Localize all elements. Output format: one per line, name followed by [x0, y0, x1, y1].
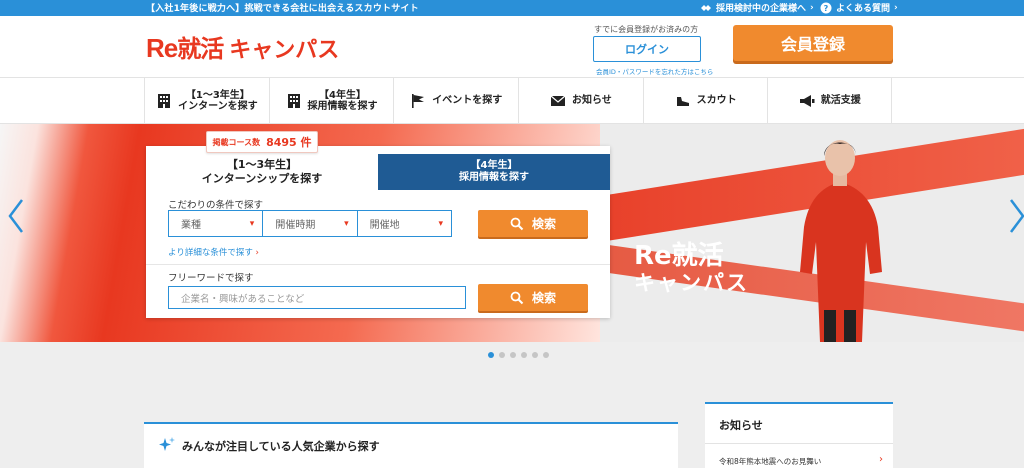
faq-link-label: よくある質問 [836, 4, 891, 14]
period-select[interactable]: 開催時期 ▾ [263, 211, 358, 236]
industry-select[interactable]: 業種 ▾ [169, 211, 264, 236]
keyword-input[interactable]: 企業名・興味があることなど [168, 286, 466, 309]
carousel-dot[interactable] [499, 352, 505, 358]
nav-recruit-line1: 【4年生】 [319, 89, 367, 101]
logo-re: Re [146, 33, 178, 63]
carousel-dots [488, 352, 549, 358]
shoe-icon [676, 97, 689, 106]
model-photo [800, 140, 882, 342]
sparkle-icon [159, 437, 175, 451]
nav-events-label: イベントを探す [432, 95, 503, 107]
detail-search-link[interactable]: より詳細な条件で探す › [168, 246, 259, 258]
search-icon [510, 291, 524, 304]
detail-search-label: より詳細な条件で探す [168, 248, 253, 258]
course-count-label: 掲載コース数 [212, 137, 261, 147]
news-title: お知らせ [719, 419, 763, 432]
course-count-badge: 掲載コース数 8495 件 [206, 131, 318, 153]
tab-recruit-line2: 採用情報を探す [459, 172, 529, 183]
companies-link-label: 採用検討中の企業様へ [716, 4, 807, 14]
chevron-right-icon: › [894, 2, 898, 13]
divider [146, 264, 610, 265]
tagline: 【入社1年後に戦力へ】挑戦できる会社に出会えるスカウトサイト [146, 4, 419, 14]
carousel-prev-button[interactable] [6, 199, 26, 250]
condition-selects: 業種 ▾ 開催時期 ▾ 開催地 ▾ [168, 210, 452, 237]
nav-news[interactable]: お知らせ [518, 78, 643, 124]
svg-text:?: ? [824, 4, 829, 13]
header: Re 就活 キャンパス すでに会員登録がお済みの方 ログイン 会員ID・パスワー… [0, 16, 1024, 78]
freeword-label: フリーワードで探す [168, 273, 254, 284]
handshake-icon [701, 4, 711, 11]
member-note: すでに会員登録がお済みの方 [594, 25, 699, 34]
hero-logo-line1: Re就活 [634, 241, 724, 271]
main-nav: 【1〜3年生】 インターンを探す 【4年生】 採用情報を探す イベントを探す お知ら… [0, 78, 1024, 124]
nav-recruit[interactable]: 【4年生】 採用情報を探す [268, 78, 394, 124]
carousel-dot[interactable] [521, 352, 527, 358]
chevron-right-icon: › [879, 454, 883, 465]
condition-search-button[interactable]: 検索 [478, 210, 588, 237]
nav-recruit-line2: 採用情報を探す [307, 101, 378, 112]
companies-link[interactable]: 採用検討中の企業様へ › [700, 1, 814, 14]
location-select-value: 開催地 [369, 220, 400, 231]
nav-intern[interactable]: 【1〜3年生】 インターンを探す [144, 78, 269, 124]
chevron-left-icon [8, 199, 23, 233]
top-bar: 【入社1年後に戦力へ】挑戦できる会社に出会えるスカウトサイト 採用検討中の企業様… [0, 0, 1024, 16]
building-icon [158, 94, 171, 108]
tab-intern-line2: インターンシップを探す [201, 172, 323, 185]
chevron-right-icon [1010, 199, 1024, 233]
login-button[interactable]: ログイン [593, 36, 701, 62]
forgot-password-link[interactable]: 会員ID・パスワードを忘れた方はこちら [596, 66, 713, 76]
faq-link[interactable]: ? よくある質問 › [820, 1, 898, 14]
flag-icon [412, 94, 425, 108]
logo-shu: 就活 [177, 35, 224, 63]
keyword-search-button[interactable]: 検索 [478, 284, 588, 311]
conditions-label: こだわりの条件で探す [168, 200, 264, 211]
nav-scout[interactable]: スカウト [642, 78, 768, 124]
mail-icon [550, 95, 566, 106]
news-box: お知らせ 令和8年熊本地震へのお見舞い › [705, 402, 893, 468]
hero-logo-line2: キャンパス [634, 271, 749, 295]
nav-scout-label: スカウト [696, 95, 737, 107]
nav-intern-line2: インターンを探す [178, 101, 258, 112]
search-icon [510, 217, 524, 230]
divider [705, 443, 893, 444]
carousel-dot[interactable] [510, 352, 516, 358]
chevron-right-icon: › [255, 248, 259, 258]
question-icon: ? [820, 2, 832, 13]
register-button[interactable]: 会員登録 [733, 25, 893, 61]
chevron-down-icon: ▾ [438, 218, 443, 229]
carousel-next-button[interactable] [1008, 199, 1024, 250]
nav-events[interactable]: イベントを探す [393, 78, 518, 124]
popular-title: みんなが注目している人気企業から探す [182, 440, 380, 453]
chevron-down-icon: ▾ [249, 218, 255, 229]
carousel-dot[interactable] [488, 352, 494, 358]
nav-support-label: 就活支援 [820, 95, 861, 107]
tab-intern-line1: 【1〜3年生】 [226, 158, 298, 172]
nav-news-label: お知らせ [572, 95, 612, 107]
location-select[interactable]: 開催地 ▾ [358, 211, 451, 236]
chevron-right-icon: › [810, 2, 814, 13]
megaphone-icon [799, 95, 815, 107]
nav-support[interactable]: 就活支援 [767, 78, 893, 124]
keyword-search-label: 検索 [531, 291, 556, 305]
site-logo[interactable]: Re 就活 キャンパス [146, 29, 339, 64]
nav-intern-line1: 【1〜3年生】 [185, 89, 250, 101]
hero-logo: Re就活 キャンパス [634, 242, 749, 296]
condition-search-label: 検索 [531, 217, 556, 231]
tab-recruit-line1: 【4年生】 [470, 160, 518, 171]
carousel-dot[interactable] [532, 352, 538, 358]
course-count-value: 8495 件 [266, 136, 312, 149]
popular-companies-section: みんなが注目している人気企業から探す [144, 422, 678, 468]
logo-campus: キャンパス [229, 38, 340, 63]
building-icon [287, 94, 300, 108]
carousel-dot[interactable] [543, 352, 549, 358]
chevron-down-icon: ▾ [344, 218, 349, 229]
period-select-value: 開催時期 [275, 220, 316, 231]
news-item[interactable]: 令和8年熊本地震へのお見舞い [719, 456, 821, 467]
tab-recruit[interactable]: 【4年生】 採用情報を探す [378, 154, 610, 190]
industry-select-value: 業種 [181, 220, 201, 231]
search-panel: 【1〜3年生】 インターンシップを探す 【4年生】 採用情報を探す こだわりの条… [146, 146, 610, 318]
